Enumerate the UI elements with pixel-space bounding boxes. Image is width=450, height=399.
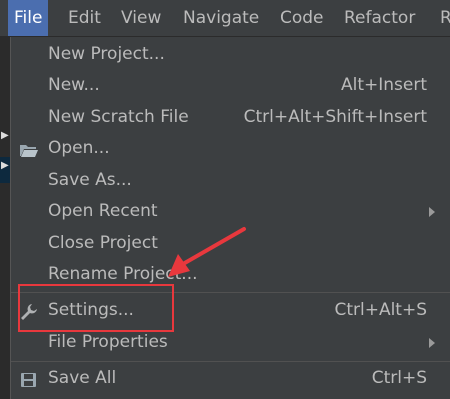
annotation-arrow: [168, 227, 246, 277]
